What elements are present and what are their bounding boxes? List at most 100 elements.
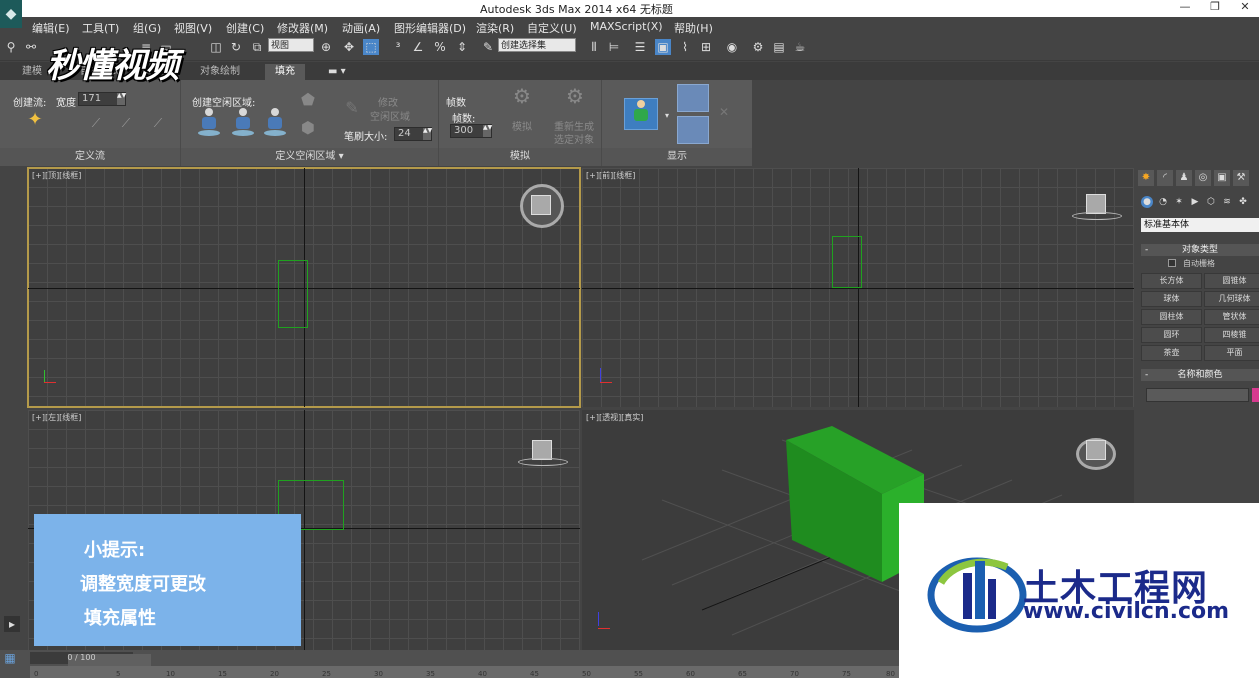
create-tab-icon[interactable]: ✸ <box>1138 170 1154 186</box>
schematic-view-icon[interactable]: ⊞ <box>698 39 714 55</box>
chevron-down-icon[interactable]: ▾ <box>659 108 675 124</box>
material-editor-icon[interactable]: ◉ <box>724 39 740 55</box>
align-icon[interactable]: ⊨ <box>606 39 622 55</box>
viewport-label[interactable]: [+][左][线框] <box>32 412 81 423</box>
primitive-geosphere-button[interactable]: 几何球体 <box>1204 291 1259 307</box>
display-people-toggle[interactable] <box>677 84 709 112</box>
systems-icon[interactable]: ✤ <box>1237 196 1249 208</box>
hierarchy-tab-icon[interactable]: ♟ <box>1176 170 1192 186</box>
menu-maxscript[interactable]: MAXScript(X) <box>590 20 663 33</box>
menu-rendering[interactable]: 渲染(R) <box>476 20 514 36</box>
rotate-icon[interactable]: ↻ <box>228 39 244 55</box>
collapse-icon[interactable]: - <box>1145 369 1148 381</box>
render-setup-icon[interactable]: ⚙ <box>750 39 766 55</box>
display-tab-icon[interactable]: ▣ <box>1214 170 1230 186</box>
viewport-top[interactable]: [+][顶][线框] <box>27 167 581 408</box>
hide-display-icon[interactable]: ✕ <box>716 104 732 120</box>
ribbon-options-icon[interactable]: ▬ ▾ <box>318 64 356 80</box>
object-color-swatch[interactable] <box>1252 388 1259 402</box>
primitive-torus-button[interactable]: 圆环 <box>1141 327 1202 343</box>
viewport-front[interactable]: [+][前][线框] <box>582 168 1134 407</box>
create-flow-icon[interactable]: ✦ <box>27 111 43 129</box>
idle-area-circle-icon[interactable]: ⬢ <box>300 120 316 136</box>
link-icon[interactable]: ⚲ <box>3 39 19 55</box>
select-manipulate-icon[interactable]: ⬚ <box>363 39 379 55</box>
flow-width-spinner[interactable]: 171 ▲▼ <box>78 92 126 106</box>
menu-help[interactable]: 帮助(H) <box>674 20 713 36</box>
menu-group[interactable]: 组(G) <box>133 20 161 36</box>
unlink-icon[interactable]: ⚯ <box>23 39 39 55</box>
menu-create[interactable]: 创建(C) <box>226 20 264 36</box>
utilities-tab-icon[interactable]: ⚒ <box>1233 170 1249 186</box>
restore-button[interactable]: ❐ <box>1203 0 1227 16</box>
helpers-icon[interactable]: ⬡ <box>1205 196 1217 208</box>
menu-animation[interactable]: 动画(A) <box>342 20 380 36</box>
panel-define-flows-title[interactable]: 定义流 <box>0 148 180 166</box>
primitive-cone-button[interactable]: 圆锥体 <box>1204 273 1259 289</box>
minimize-button[interactable]: — <box>1173 0 1197 16</box>
display-area-toggle[interactable] <box>677 116 709 144</box>
primitive-tube-button[interactable]: 管状体 <box>1204 309 1259 325</box>
viewport-label[interactable]: [+][顶][线框] <box>32 170 81 181</box>
flow-segment-add-icon[interactable]: ⟋ <box>118 115 134 131</box>
panel-display-title[interactable]: 显示 <box>602 148 752 166</box>
viewcube-face[interactable] <box>1086 440 1106 460</box>
auto-grid-checkbox[interactable] <box>1168 259 1176 267</box>
shapes-icon[interactable]: ◔ <box>1157 196 1169 208</box>
tab-object-paint[interactable]: 对象绘制 <box>190 64 250 80</box>
name-color-rollout[interactable]: - 名称和颜色 <box>1141 369 1259 381</box>
pivot-icon[interactable]: ⊕ <box>318 39 334 55</box>
menu-customize[interactable]: 自定义(U) <box>527 20 577 36</box>
menu-edit[interactable]: 编辑(E) <box>32 20 70 36</box>
viewport-layout-icon[interactable]: ▦ <box>2 650 18 666</box>
mirror-icon[interactable]: ⫴ <box>586 39 602 55</box>
spacewarps-icon[interactable]: ≋ <box>1221 196 1233 208</box>
app-logo-icon[interactable]: ◆ <box>0 0 22 28</box>
motion-tab-icon[interactable]: ◎ <box>1195 170 1211 186</box>
box-object-outline[interactable] <box>278 260 308 328</box>
primitive-sphere-button[interactable]: 球体 <box>1141 291 1202 307</box>
percent-snap-icon[interactable]: % <box>432 39 448 55</box>
idle-area-free-icon[interactable]: ⬟ <box>300 92 316 108</box>
viewcube-icon[interactable] <box>532 440 552 460</box>
viewport-label[interactable]: [+][前][线框] <box>586 170 635 181</box>
graphite-toggle-icon[interactable]: ▣ <box>655 39 671 55</box>
primitive-pyramid-button[interactable]: 四棱锥 <box>1204 327 1259 343</box>
panel-simulate-title[interactable]: 模拟 <box>439 148 601 166</box>
angle-snap-icon[interactable]: ∠ <box>410 39 426 55</box>
reference-coord-dropdown[interactable]: 视图 <box>268 38 314 52</box>
viewcube-icon[interactable] <box>1086 194 1106 214</box>
primitive-cylinder-button[interactable]: 圆柱体 <box>1141 309 1202 325</box>
collapse-icon[interactable]: - <box>1145 244 1148 256</box>
panel-define-idle-areas-title[interactable]: 定义空闲区域 ▾ <box>181 148 438 166</box>
simulate-icon[interactable]: ⚙ <box>510 86 534 112</box>
modify-tab-icon[interactable]: ◜ <box>1157 170 1173 186</box>
idle-area-figure-icon[interactable] <box>232 108 254 138</box>
geometry-category-select[interactable]: 标准基本体 <box>1141 218 1259 232</box>
menu-graph-editors[interactable]: 图形编辑器(D) <box>394 20 466 36</box>
regenerate-icon[interactable]: ⚙ <box>563 86 587 112</box>
viewcube-ring[interactable] <box>518 458 568 466</box>
modify-idle-area-icon[interactable]: ✎ <box>344 100 360 116</box>
primitive-plane-button[interactable]: 平面 <box>1204 345 1259 361</box>
named-selection-dropdown[interactable]: 创建选择集 <box>498 38 576 52</box>
primitive-teapot-button[interactable]: 茶壶 <box>1141 345 1202 361</box>
flow-segment-corner-icon[interactable]: ⟋ <box>150 115 166 131</box>
menu-views[interactable]: 视图(V) <box>174 20 212 36</box>
render-teapot-icon[interactable]: ☕ <box>792 39 808 55</box>
regenerate-label-2[interactable]: 选定对象 <box>554 131 594 146</box>
layer-manager-icon[interactable]: ☰ <box>632 39 648 55</box>
primitive-box-button[interactable]: 长方体 <box>1141 273 1202 289</box>
window-crossing-icon[interactable]: ◫ <box>208 39 224 55</box>
idle-area-figure-icon[interactable] <box>198 108 220 138</box>
close-button[interactable]: ✕ <box>1233 0 1257 16</box>
box-object-outline[interactable] <box>832 236 862 288</box>
menu-tools[interactable]: 工具(T) <box>82 20 119 36</box>
viewcube-ring[interactable] <box>1072 212 1122 220</box>
edit-named-selection-icon[interactable]: ✎ <box>480 39 496 55</box>
spinner-snap-icon[interactable]: ⇕ <box>454 39 470 55</box>
tab-populate[interactable]: 填充 <box>265 64 305 80</box>
menu-modifiers[interactable]: 修改器(M) <box>277 20 328 36</box>
time-slider[interactable]: 0 / 100 <box>30 652 151 666</box>
spinner-arrows-icon[interactable]: ▲▼ <box>483 125 492 137</box>
